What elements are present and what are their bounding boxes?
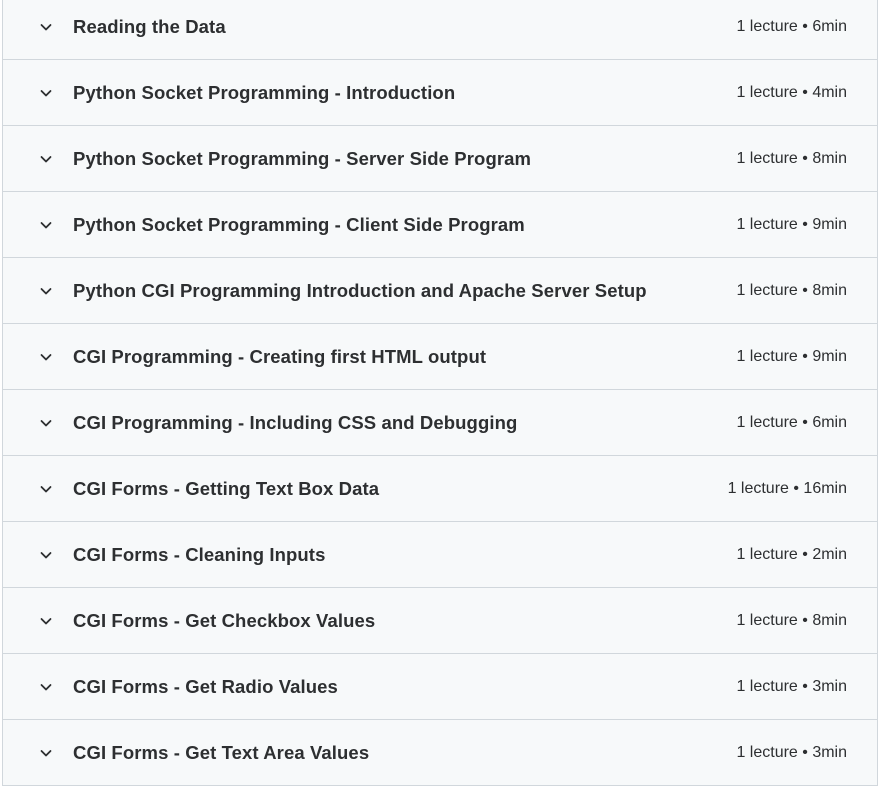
chevron-down-icon[interactable] xyxy=(39,416,53,430)
section-meta: 1 lecture • 8min xyxy=(736,611,847,629)
section-header[interactable]: CGI Forms - Cleaning Inputs 1 lecture • … xyxy=(3,522,877,588)
section-header[interactable]: Python Socket Programming - Client Side … xyxy=(3,192,877,258)
section-meta: 1 lecture • 3min xyxy=(736,677,847,695)
chevron-down-icon[interactable] xyxy=(39,614,53,628)
curriculum-accordion: Reading the Data 1 lecture • 6min Python… xyxy=(2,0,878,786)
section-title: Python Socket Programming - Introduction xyxy=(73,81,456,103)
chevron-down-icon[interactable] xyxy=(39,20,53,34)
section-title: Python Socket Programming - Client Side … xyxy=(73,213,525,235)
section-header[interactable]: CGI Forms - Get Checkbox Values 1 lectur… xyxy=(3,588,877,654)
section-title: CGI Forms - Get Text Area Values xyxy=(73,741,370,763)
section-title: CGI Programming - Including CSS and Debu… xyxy=(73,411,518,433)
chevron-down-icon[interactable] xyxy=(39,746,53,760)
section-meta: 1 lecture • 6min xyxy=(736,413,847,431)
section-header[interactable]: Python CGI Programming Introduction and … xyxy=(3,258,877,324)
section-meta: 1 lecture • 8min xyxy=(736,281,847,299)
section-meta: 1 lecture • 4min xyxy=(736,83,847,101)
section-meta: 1 lecture • 16min xyxy=(727,479,847,497)
chevron-down-icon[interactable] xyxy=(39,680,53,694)
section-header[interactable]: Reading the Data 1 lecture • 6min xyxy=(3,0,877,60)
section-title: Python CGI Programming Introduction and … xyxy=(73,279,647,301)
section-title: CGI Forms - Get Radio Values xyxy=(73,675,338,697)
section-meta: 1 lecture • 3min xyxy=(736,743,847,761)
section-meta: 1 lecture • 9min xyxy=(736,347,847,365)
section-title: Reading the Data xyxy=(73,15,226,37)
section-meta: 1 lecture • 9min xyxy=(736,215,847,233)
section-title: Python Socket Programming - Server Side … xyxy=(73,147,532,169)
section-header[interactable]: Python Socket Programming - Introduction… xyxy=(3,60,877,126)
section-header[interactable]: CGI Forms - Getting Text Box Data 1 lect… xyxy=(3,456,877,522)
section-meta: 1 lecture • 8min xyxy=(736,149,847,167)
chevron-down-icon[interactable] xyxy=(39,218,53,232)
section-header[interactable]: CGI Programming - Including CSS and Debu… xyxy=(3,390,877,456)
section-header[interactable]: CGI Forms - Get Text Area Values 1 lectu… xyxy=(3,720,877,786)
section-title: CGI Forms - Getting Text Box Data xyxy=(73,477,380,499)
section-title: CGI Forms - Cleaning Inputs xyxy=(73,543,326,565)
section-title: CGI Forms - Get Checkbox Values xyxy=(73,609,376,631)
chevron-down-icon[interactable] xyxy=(39,86,53,100)
section-meta: 1 lecture • 2min xyxy=(736,545,847,563)
section-header[interactable]: CGI Forms - Get Radio Values 1 lecture •… xyxy=(3,654,877,720)
section-header[interactable]: CGI Programming - Creating first HTML ou… xyxy=(3,324,877,390)
section-title: CGI Programming - Creating first HTML ou… xyxy=(73,345,487,367)
chevron-down-icon[interactable] xyxy=(39,152,53,166)
chevron-down-icon[interactable] xyxy=(39,284,53,298)
section-meta: 1 lecture • 6min xyxy=(736,17,847,35)
chevron-down-icon[interactable] xyxy=(39,350,53,364)
chevron-down-icon[interactable] xyxy=(39,548,53,562)
chevron-down-icon[interactable] xyxy=(39,482,53,496)
section-header[interactable]: Python Socket Programming - Server Side … xyxy=(3,126,877,192)
